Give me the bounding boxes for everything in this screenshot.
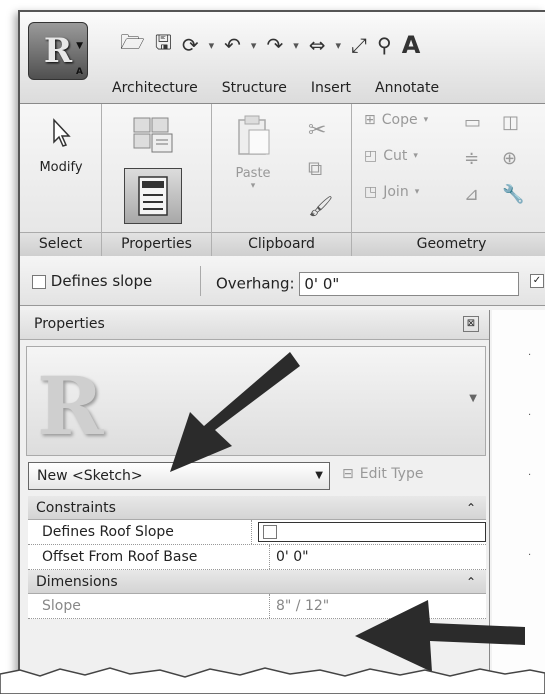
- callout-arrows: [170, 352, 525, 672]
- torn-edge: [0, 667, 545, 694]
- arrow-to-type-selector: [170, 352, 300, 472]
